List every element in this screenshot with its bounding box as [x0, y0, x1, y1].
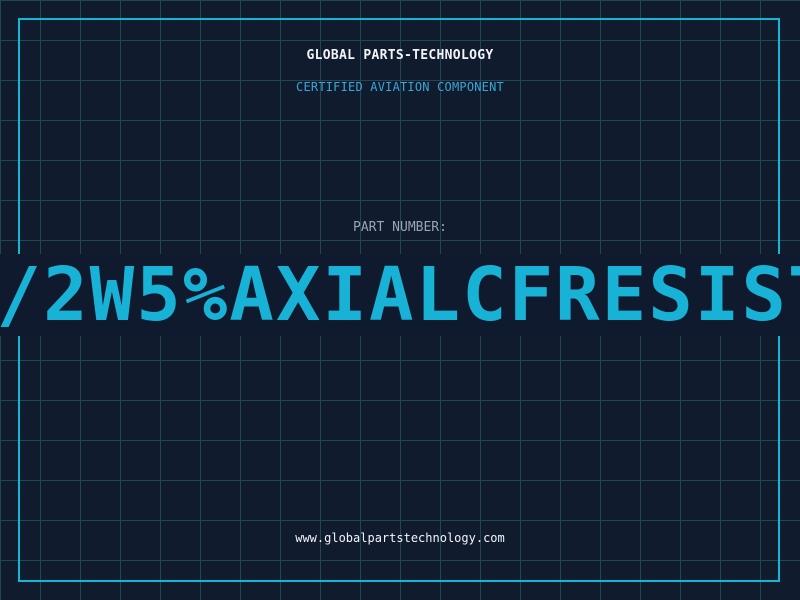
certification-subtitle: CERTIFIED AVIATION COMPONENT — [296, 80, 504, 94]
part-number-label: PART NUMBER: — [353, 220, 447, 235]
part-number-band: 1/2W5%AXIALCFRESISTOR — [0, 254, 800, 336]
website-link[interactable]: www.globalpartstechnology.com — [0, 531, 800, 545]
certificate-page: GLOBAL PARTS-TECHNOLOGY CERTIFIED AVIATI… — [0, 0, 800, 600]
part-number-value: 1/2W5%AXIALCFRESISTOR — [0, 254, 800, 336]
company-name: GLOBAL PARTS-TECHNOLOGY — [306, 48, 494, 63]
